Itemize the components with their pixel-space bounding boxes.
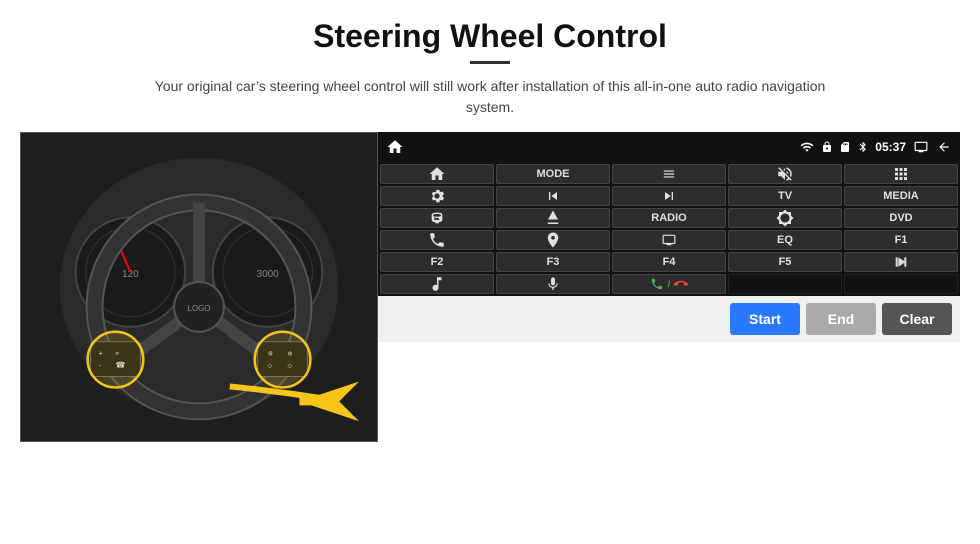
head-unit-panel: 05:37 MODE	[378, 132, 960, 342]
wifi-status-icon	[799, 140, 815, 154]
svg-text:3000: 3000	[257, 269, 280, 280]
svg-text:LOGO: LOGO	[188, 304, 211, 313]
status-time: 05:37	[875, 140, 906, 154]
btn-f1[interactable]: F1	[844, 230, 958, 250]
title-divider	[470, 61, 510, 64]
btn-display[interactable]	[612, 230, 726, 250]
btn-next[interactable]	[612, 186, 726, 206]
button-grid: MODE	[378, 162, 960, 296]
head-unit: 05:37 MODE	[378, 132, 960, 296]
btn-home[interactable]	[380, 164, 494, 184]
btn-navi[interactable]	[496, 230, 610, 250]
steering-bg: 120 3000 LOGO	[21, 133, 377, 441]
status-left	[386, 138, 404, 156]
btn-eq[interactable]: EQ	[728, 230, 842, 250]
back-status-icon	[936, 140, 952, 154]
btn-empty2	[844, 274, 958, 294]
btn-playpause[interactable]	[844, 252, 958, 272]
btn-f3[interactable]: F3	[496, 252, 610, 272]
btn-settings[interactable]	[380, 186, 494, 206]
start-button[interactable]: Start	[730, 303, 800, 335]
sd-status-icon	[839, 140, 851, 154]
bottom-bar: Start End Clear	[378, 296, 960, 342]
btn-f5[interactable]: F5	[728, 252, 842, 272]
home-icon	[386, 138, 404, 156]
steering-wheel-image: 120 3000 LOGO	[20, 132, 378, 442]
steering-wheel-svg: 120 3000 LOGO	[21, 132, 377, 442]
btn-apps[interactable]	[844, 164, 958, 184]
bluetooth-status-icon	[857, 139, 869, 155]
end-button[interactable]: End	[806, 303, 876, 335]
btn-f4[interactable]: F4	[612, 252, 726, 272]
btn-f2[interactable]: F2	[380, 252, 494, 272]
content-row: 120 3000 LOGO	[20, 132, 960, 442]
btn-list[interactable]	[612, 164, 726, 184]
btn-empty1	[728, 274, 842, 294]
page-container: Steering Wheel Control Your original car…	[0, 0, 980, 544]
screen-status-icon	[912, 140, 930, 154]
btn-tv[interactable]: TV	[728, 186, 842, 206]
page-subtitle: Your original car’s steering wheel contr…	[150, 76, 830, 118]
btn-eject[interactable]	[496, 208, 610, 228]
status-bar: 05:37	[378, 132, 960, 162]
clear-button[interactable]: Clear	[882, 303, 952, 335]
btn-dvd[interactable]: DVD	[844, 208, 958, 228]
btn-brightness[interactable]	[728, 208, 842, 228]
btn-mute[interactable]	[728, 164, 842, 184]
lock-status-icon	[821, 140, 833, 154]
btn-music[interactable]	[380, 274, 494, 294]
btn-360cam[interactable]	[380, 208, 494, 228]
btn-mic[interactable]	[496, 274, 610, 294]
page-title: Steering Wheel Control	[313, 18, 667, 55]
btn-mode[interactable]: MODE	[496, 164, 610, 184]
btn-phone[interactable]	[380, 230, 494, 250]
btn-radio[interactable]: RADIO	[612, 208, 726, 228]
btn-prev[interactable]	[496, 186, 610, 206]
status-icons: 05:37	[799, 139, 952, 155]
btn-call[interactable]: /	[612, 274, 726, 294]
btn-media[interactable]: MEDIA	[844, 186, 958, 206]
